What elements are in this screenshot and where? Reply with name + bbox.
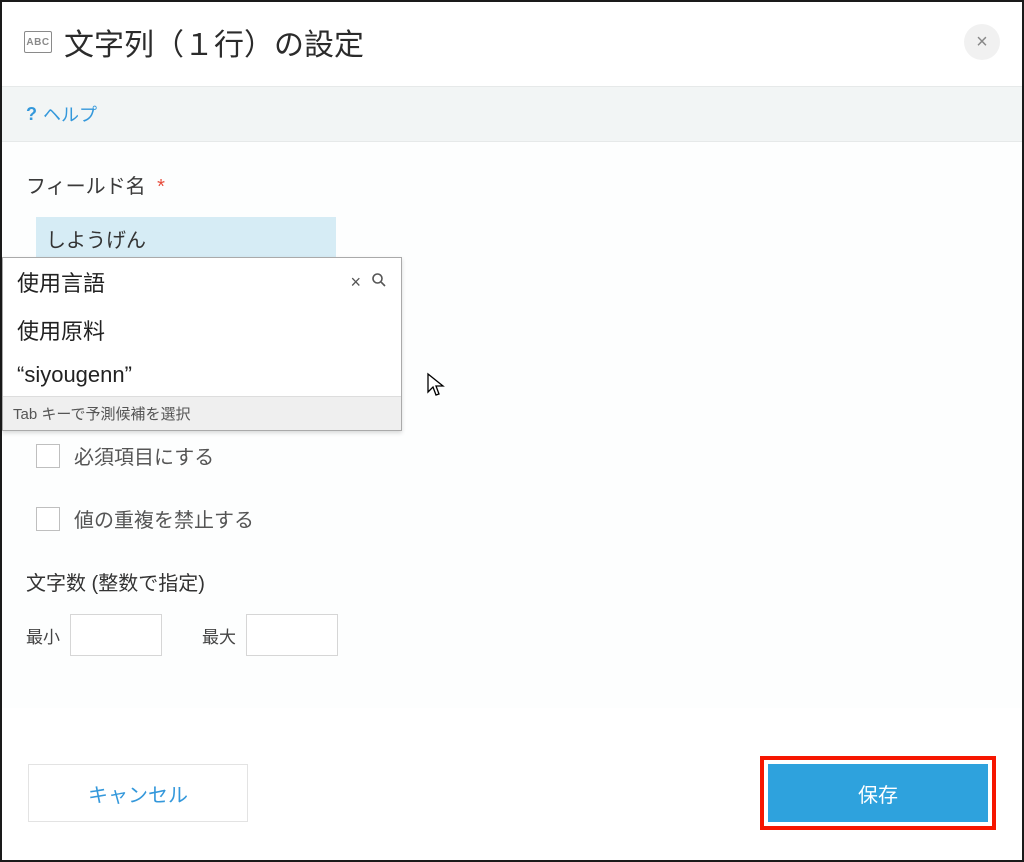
charcount-min-label: 最小 <box>26 623 60 648</box>
charcount-section-title: 文字数 (整数で指定) <box>26 567 998 596</box>
ime-candidate-popup: 使用言語 × 使用原料 “siyougenn” Tab キーで予測候補を選択 <box>2 257 402 431</box>
cancel-button[interactable]: キャンセル <box>28 764 248 822</box>
charcount-max-group: 最大 <box>202 614 338 656</box>
ime-hint-bar: Tab キーで予測候補を選択 <box>3 396 401 430</box>
charcount-min-group: 最小 <box>26 614 162 656</box>
help-bar: ? ヘルプ <box>2 86 1022 142</box>
field-name-input-wrap <box>36 217 998 261</box>
ime-candidate-text: 使用言語 <box>17 266 105 298</box>
dialog-footer: キャンセル 保存 <box>4 734 1020 858</box>
help-link[interactable]: ? ヘルプ <box>26 101 97 127</box>
text-field-icon: ABC <box>24 31 52 53</box>
unique-checkbox-label: 値の重複を禁止する <box>74 504 254 533</box>
charcount-max-input[interactable] <box>246 614 338 656</box>
close-icon: × <box>976 32 988 52</box>
required-checkbox-label: 必須項目にする <box>74 441 214 470</box>
dialog-header: ABC 文字列（１行）の設定 × <box>2 2 1022 86</box>
field-name-label: フィールド名 * <box>26 170 998 199</box>
charcount-row: 最小 最大 <box>26 614 998 656</box>
save-button[interactable]: 保存 <box>768 764 988 822</box>
field-name-input[interactable] <box>36 217 336 261</box>
dialog-title: 文字列（１行）の設定 <box>64 20 364 64</box>
save-button-highlight: 保存 <box>760 756 996 830</box>
charcount-max-label: 最大 <box>202 623 236 648</box>
unique-checkbox-row: 値の重複を禁止する <box>36 504 998 533</box>
form-body: フィールド名 * 使用言語 × 使用原料 “siyougenn” T <box>2 142 1022 708</box>
ime-candidate-item[interactable]: 使用言語 × <box>3 258 401 306</box>
ime-candidate-text: “siyougenn” <box>17 362 132 388</box>
charcount-min-input[interactable] <box>70 614 162 656</box>
close-button[interactable]: × <box>964 24 1000 60</box>
ime-clear-icon[interactable]: × <box>350 272 361 293</box>
help-icon: ? <box>26 104 37 125</box>
header-left: ABC 文字列（１行）の設定 <box>24 20 364 64</box>
checkbox-group: 必須項目にする 値の重複を禁止する <box>36 441 998 533</box>
required-checkbox-row: 必須項目にする <box>36 441 998 470</box>
required-checkbox[interactable] <box>36 444 60 468</box>
unique-checkbox[interactable] <box>36 507 60 531</box>
ime-search-icon[interactable] <box>371 272 387 293</box>
help-label: ヘルプ <box>43 101 97 127</box>
ime-candidate-text: 使用原料 <box>17 314 105 346</box>
required-indicator: * <box>157 176 165 198</box>
field-name-label-text: フィールド名 <box>26 176 146 198</box>
ime-candidate-item[interactable]: “siyougenn” <box>3 354 401 396</box>
ime-item-actions: × <box>350 272 387 293</box>
ime-candidate-item[interactable]: 使用原料 <box>3 306 401 354</box>
